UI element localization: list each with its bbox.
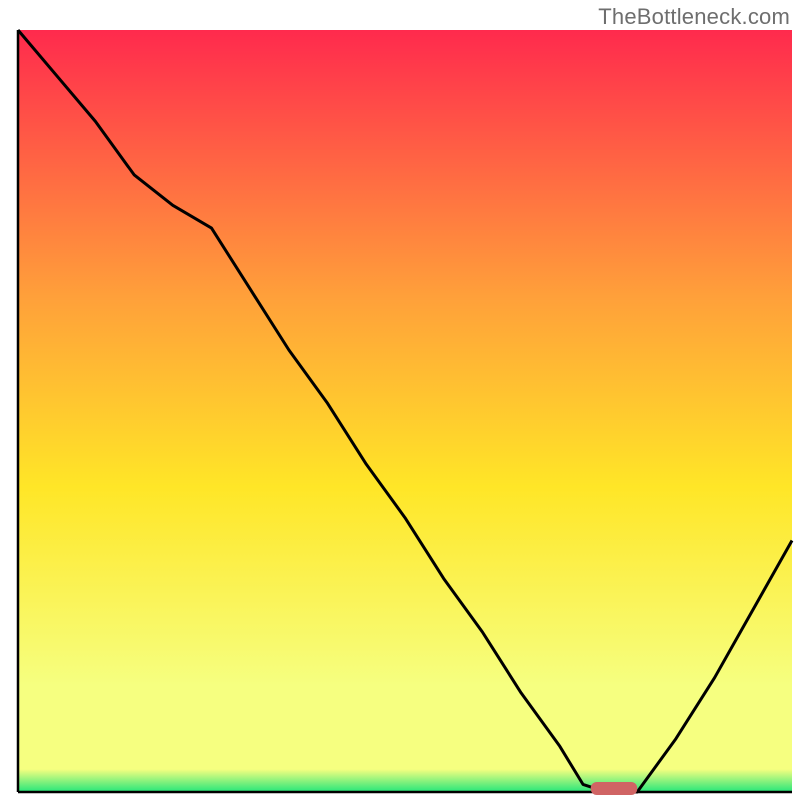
chart-background [18,30,792,792]
chart-container: { "watermark": "TheBottleneck.com", "col… [0,0,800,800]
optimal-marker [591,782,637,795]
bottleneck-chart [0,0,800,800]
